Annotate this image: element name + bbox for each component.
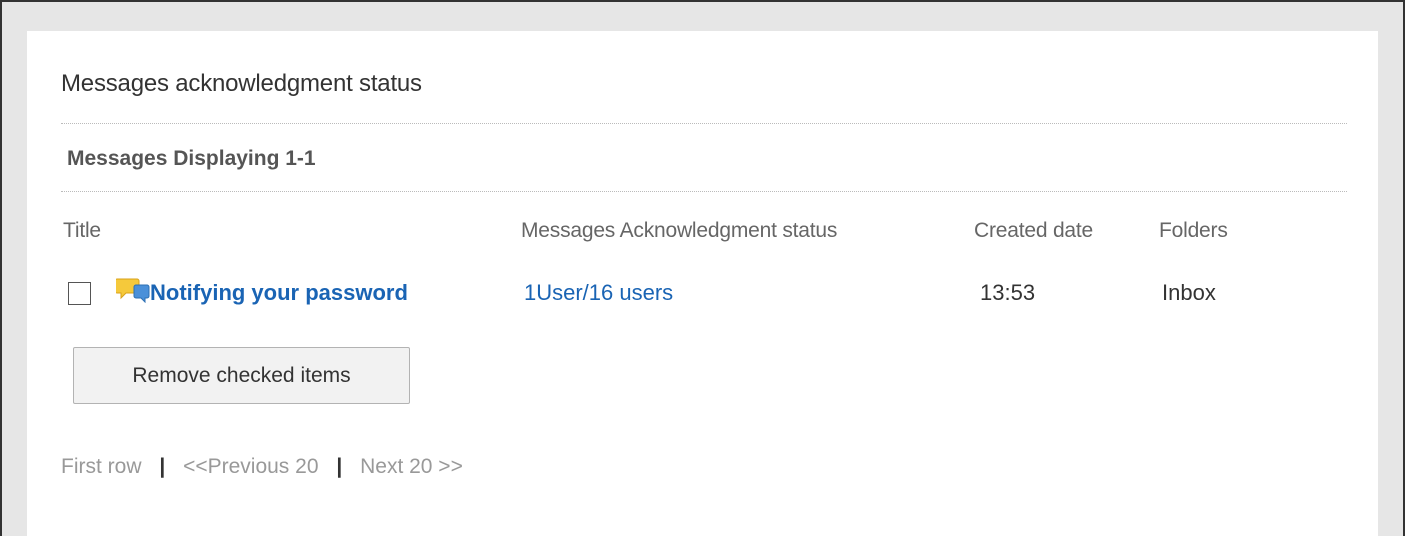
pager-separator: | [336,455,343,478]
acknowledgment-status-link[interactable]: 1User/16 users [524,280,673,306]
row-checkbox[interactable] [68,282,91,305]
content-panel: Messages acknowledgment status Messages … [27,31,1378,536]
folder-value: Inbox [1162,280,1216,305]
column-header-acknowledgment-status: Messages Acknowledgment status [521,219,838,242]
page-title: Messages acknowledgment status [61,70,422,97]
pager-separator: | [159,455,166,478]
section-title: Messages Displaying 1-1 [67,147,316,170]
column-header-created-date: Created date [974,219,1094,242]
remove-checked-items-button[interactable]: Remove checked items [73,347,410,404]
pager-previous: <<Previous 20 [183,455,319,478]
message-title-link[interactable]: Notifying your password [150,280,408,306]
pager-next: Next 20 >> [360,455,463,478]
message-bubble-icon [116,278,150,303]
pagination: First row | <<Previous 20 | Next 20 >> [61,455,463,479]
column-header-folders: Folders [1159,219,1228,242]
pager-first-row: First row [61,455,142,478]
title-divider [61,123,1347,124]
created-date-value: 13:53 [980,280,1036,305]
section-divider [61,191,1347,192]
column-header-title: Title [63,219,101,242]
